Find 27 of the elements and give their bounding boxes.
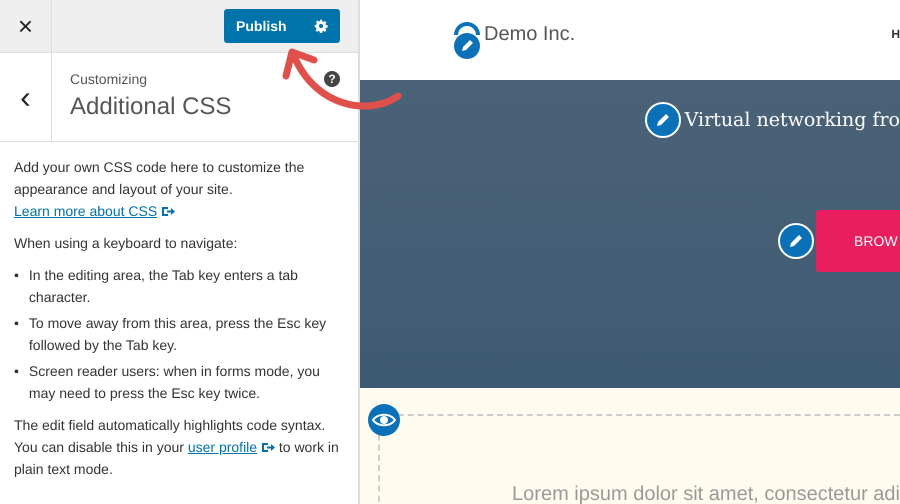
help-button[interactable]: ?	[324, 71, 340, 87]
hero-heading: Virtual networking fro	[684, 109, 900, 131]
nav-item[interactable]: H	[891, 27, 900, 41]
edit-pencil-icon[interactable]	[452, 19, 482, 61]
bullet: •	[14, 314, 19, 333]
section-title: Additional CSS	[70, 93, 232, 121]
edit-pencil-icon[interactable]	[778, 223, 814, 259]
edit-note-paragraph: The edit field automatically highlights code syntax. You can disable this in your user profile to work in plain text mode.	[14, 416, 340, 479]
external-link-icon	[161, 206, 176, 217]
site-name: Demo Inc.	[484, 22, 576, 46]
body-text: Lorem ipsum dolor sit amet, consectetur adi	[512, 483, 900, 504]
publish-button[interactable]: Publish	[224, 9, 340, 43]
eye-icon[interactable]	[368, 404, 400, 436]
user-profile-link[interactable]: user profile	[188, 439, 258, 455]
tip-item: To move away from this area, press the Esc key followed by the Tab key.	[28, 314, 328, 355]
learn-more-link[interactable]: Learn more about CSS	[14, 203, 158, 219]
keyboard-heading: When using a keyboard to navigate:	[14, 234, 238, 253]
breadcrumb-label: Customizing	[70, 71, 148, 87]
intro-paragraph: Add your own CSS code here to customize the appearance and layout of your site. Learn more about CSS	[14, 158, 306, 221]
bullet: •	[14, 266, 19, 285]
bullet: •	[14, 362, 19, 381]
external-link-icon	[260, 442, 275, 453]
tip-item: In the editing area, the Tab key enters a tab character.	[28, 266, 299, 307]
settings-icon[interactable]	[314, 19, 328, 33]
tip-item: Screen reader users: when in forms mode, you may need to press the Esc key twice.	[28, 362, 321, 403]
hero-button[interactable]: BROW	[816, 210, 900, 272]
edit-pencil-icon[interactable]	[644, 102, 681, 138]
